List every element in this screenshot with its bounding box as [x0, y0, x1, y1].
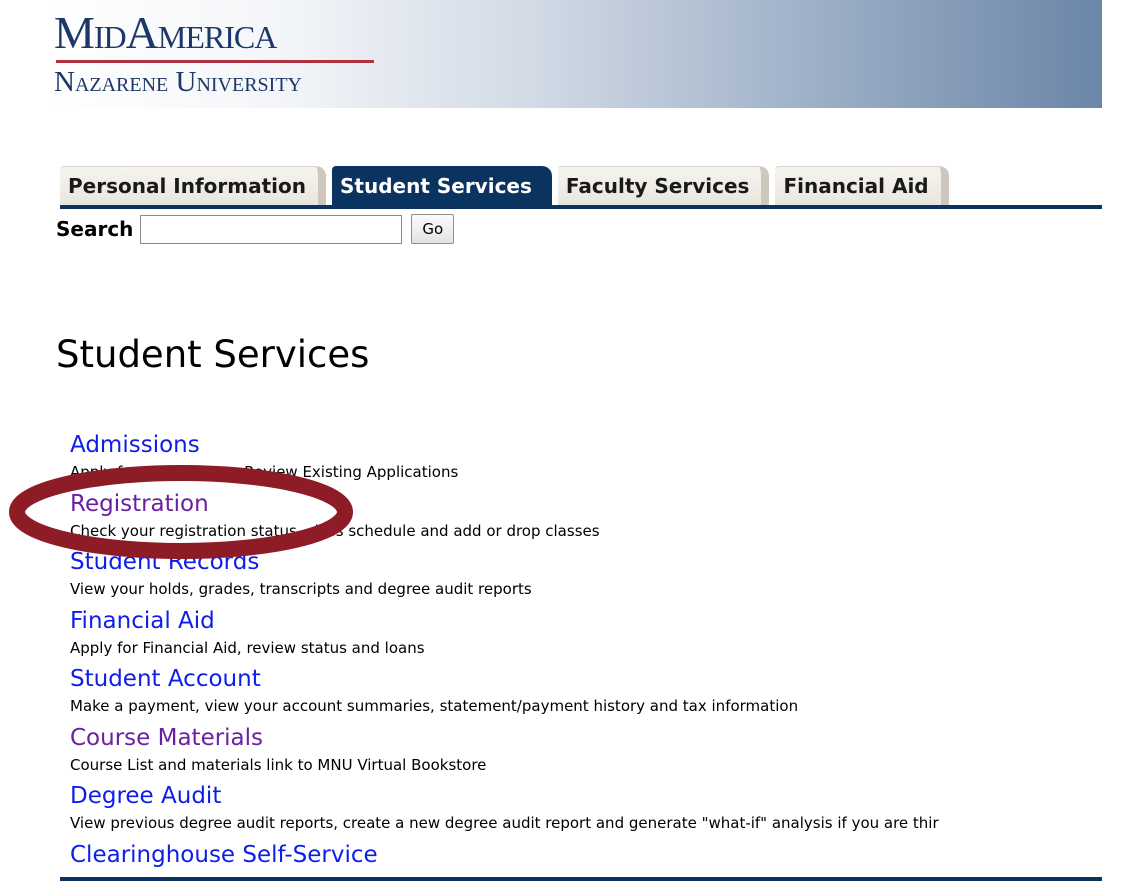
- registration-link[interactable]: Registration: [70, 490, 1122, 519]
- tab-financial-aid[interactable]: Financial Aid: [775, 166, 949, 205]
- menu-item-student-records: Student Records View your holds, grades,…: [70, 548, 1122, 607]
- tab-personal-information[interactable]: Personal Information: [60, 166, 326, 205]
- admissions-link[interactable]: Admissions: [70, 431, 1122, 460]
- page: MidAmerica Nazarene University Personal …: [0, 0, 1122, 881]
- degree-audit-description: View previous degree audit reports, crea…: [70, 814, 939, 832]
- menu-item-course-materials: Course Materials Course List and materia…: [70, 724, 1122, 783]
- admissions-description: Apply for Admission or Review Existing A…: [70, 463, 459, 481]
- tab-student-services[interactable]: Student Services: [332, 166, 552, 205]
- search-bar: Search Go: [56, 214, 455, 244]
- header-banner: MidAmerica Nazarene University: [40, 0, 1102, 108]
- university-logo[interactable]: MidAmerica Nazarene University: [54, 8, 374, 98]
- degree-audit-link[interactable]: Degree Audit: [70, 782, 1122, 811]
- menu-item-degree-audit: Degree Audit View previous degree audit …: [70, 782, 1122, 841]
- page-title: Student Services: [56, 333, 370, 376]
- menu-item-registration: Registration Check your registration sta…: [70, 490, 1122, 549]
- financial-aid-link[interactable]: Financial Aid: [70, 607, 1122, 636]
- student-account-description: Make a payment, view your account summar…: [70, 697, 799, 715]
- tab-underline: [60, 205, 1102, 209]
- go-button[interactable]: Go: [411, 214, 455, 244]
- logo-wordmark-bottom: Nazarene University: [54, 66, 303, 98]
- menu-item-student-account: Student Account Make a payment, view you…: [70, 665, 1122, 724]
- financial-aid-description: Apply for Financial Aid, review status a…: [70, 638, 425, 657]
- bottom-divider: [60, 877, 1102, 881]
- search-label: Search: [56, 217, 134, 241]
- menu-item-admissions: Admissions Apply for Admission or Review…: [70, 431, 1122, 490]
- search-input[interactable]: [140, 214, 403, 244]
- student-services-menu: Admissions Apply for Admission or Review…: [70, 431, 1122, 881]
- main-tab-bar: Personal Information Student Services Fa…: [60, 165, 955, 205]
- logo-divider: [56, 60, 374, 63]
- course-materials-link[interactable]: Course Materials: [70, 724, 1122, 753]
- registration-description: Check your registration status, class sc…: [70, 521, 600, 540]
- course-materials-description: Course List and materials link to MNU Vi…: [70, 755, 487, 774]
- menu-item-financial-aid: Financial Aid Apply for Financial Aid, r…: [70, 607, 1122, 666]
- tab-faculty-services[interactable]: Faculty Services: [557, 166, 770, 205]
- clearinghouse-self-service-link[interactable]: Clearinghouse Self-Service: [70, 841, 1122, 870]
- student-records-link[interactable]: Student Records: [70, 548, 1122, 577]
- logo-wordmark-top: MidAmerica: [54, 7, 277, 58]
- student-records-description: View your holds, grades, transcripts and…: [70, 580, 532, 598]
- menu-item-clearinghouse: Clearinghouse Self-Service: [70, 841, 1122, 881]
- student-account-link[interactable]: Student Account: [70, 665, 1122, 694]
